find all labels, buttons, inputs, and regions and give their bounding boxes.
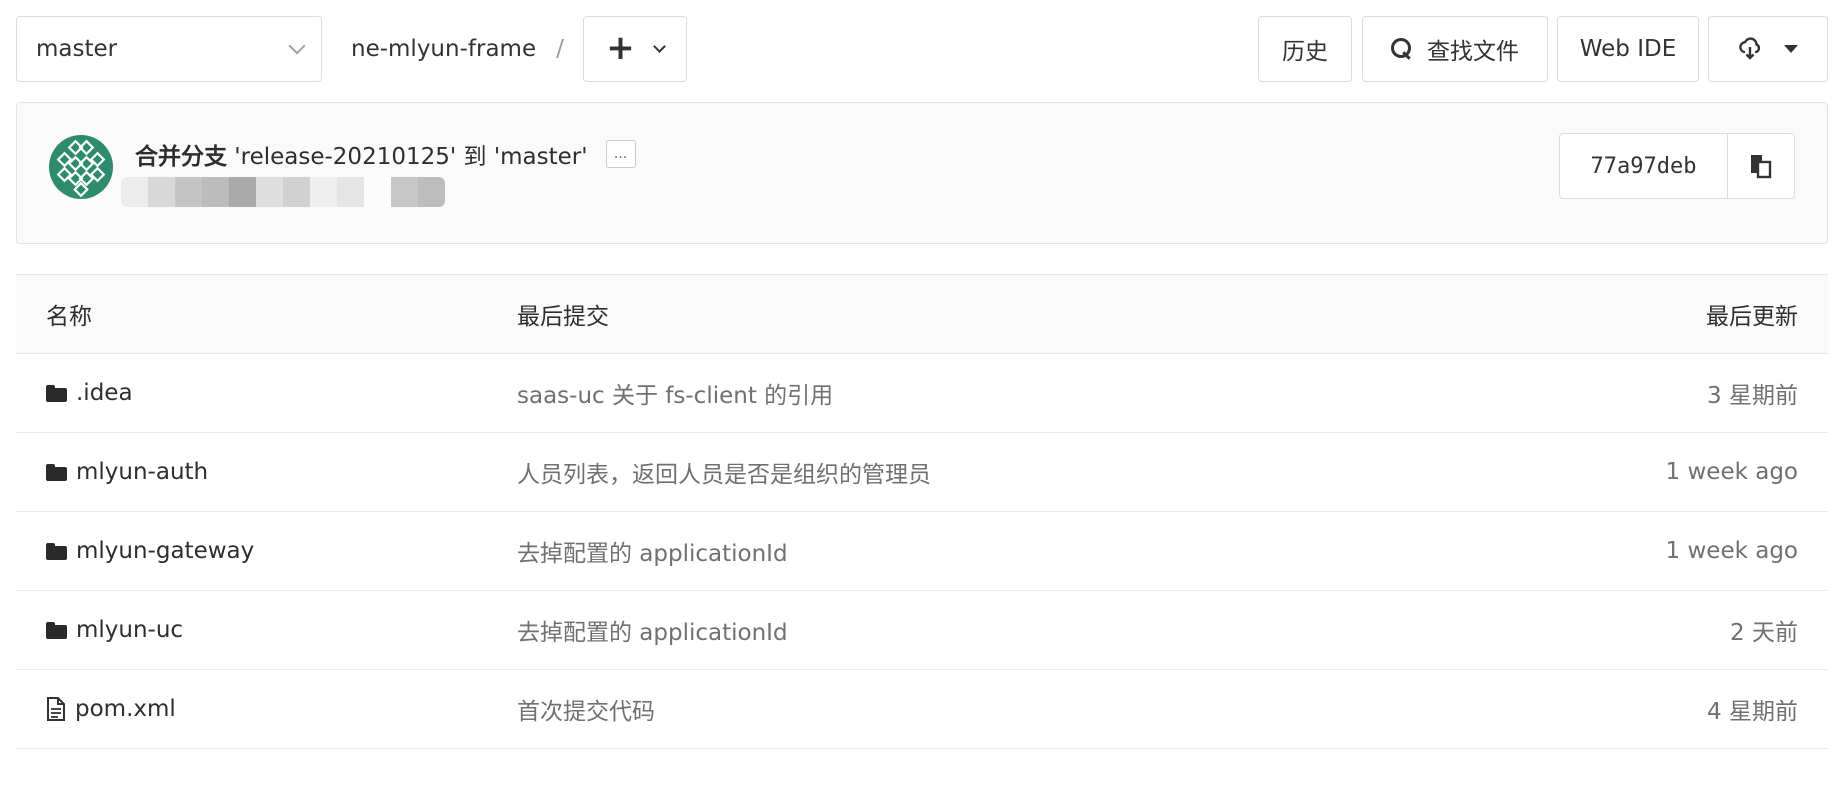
commit-title-prefix[interactable]: 合并分支 xyxy=(135,137,227,171)
table-row[interactable]: mlyun-auth 人员列表，返回人员是否是组织的管理员 1 week ago xyxy=(16,433,1828,512)
last-update: 3 星期前 xyxy=(1707,383,1798,409)
plus-icon: + xyxy=(606,27,635,68)
branch-select[interactable]: master xyxy=(16,16,322,82)
commit-title-text[interactable]: 'release-20210125' 到 'master' xyxy=(227,137,587,171)
history-button[interactable]: 历史 xyxy=(1258,16,1352,82)
file-name[interactable]: mlyun-uc xyxy=(76,617,183,643)
folder-icon xyxy=(46,384,67,402)
file-name-cell[interactable]: .idea xyxy=(46,354,133,432)
table-header: 名称 最后提交 最后更新 xyxy=(16,274,1828,354)
download-dropdown-button[interactable] xyxy=(1708,16,1828,82)
find-file-label: 查找文件 xyxy=(1427,39,1519,65)
commit-sha[interactable]: 77a97deb xyxy=(1560,134,1728,198)
chevron-down-icon xyxy=(288,37,306,55)
commit-message[interactable]: 去掉配置的 applicationId xyxy=(517,591,788,669)
chevron-down-icon xyxy=(652,40,666,53)
last-update: 1 week ago xyxy=(1665,459,1798,485)
file-name[interactable]: pom.xml xyxy=(75,696,176,722)
last-update: 2 天前 xyxy=(1730,620,1798,646)
header-name: 名称 xyxy=(46,304,92,330)
author-avatar xyxy=(49,135,113,199)
file-name[interactable]: .idea xyxy=(76,380,133,406)
web-ide-button[interactable]: Web IDE xyxy=(1557,16,1699,82)
find-file-button[interactable]: 查找文件 xyxy=(1362,16,1548,82)
commit-message[interactable]: saas-uc 关于 fs-client 的引用 xyxy=(517,354,833,432)
commit-message[interactable]: 去掉配置的 applicationId xyxy=(517,512,788,590)
expand-commit-description-button[interactable]: ... xyxy=(605,140,636,168)
breadcrumb-separator: / xyxy=(556,36,564,62)
file-tree-table: 名称 最后提交 最后更新 .idea saas-uc 关于 fs-client … xyxy=(16,274,1828,749)
last-update: 4 星期前 xyxy=(1707,699,1798,725)
commit-title: 合并分支 'release-20210125' 到 'master' ... xyxy=(135,137,636,171)
commit-sha-group: 77a97deb xyxy=(1559,133,1795,199)
branch-name: master xyxy=(36,36,118,62)
table-row[interactable]: mlyun-uc 去掉配置的 applicationId 2 天前 xyxy=(16,591,1828,670)
last-commit-panel: 合并分支 'release-20210125' 到 'master' ... 7… xyxy=(16,102,1828,244)
file-name-cell[interactable]: mlyun-gateway xyxy=(46,512,254,590)
breadcrumb: ne-mlyun-frame / xyxy=(351,16,576,82)
header-last-commit: 最后提交 xyxy=(517,304,609,330)
copy-icon xyxy=(1751,155,1772,179)
file-icon xyxy=(47,697,65,721)
cloud-download-icon xyxy=(1739,37,1761,60)
header-last-update: 最后更新 xyxy=(1706,304,1798,330)
author-info-redacted xyxy=(121,177,445,207)
copy-sha-button[interactable] xyxy=(1728,134,1794,198)
file-name-cell[interactable]: pom.xml xyxy=(46,670,176,748)
file-name[interactable]: mlyun-gateway xyxy=(76,538,254,564)
last-update: 1 week ago xyxy=(1665,538,1798,564)
commit-message[interactable]: 人员列表，返回人员是否是组织的管理员 xyxy=(517,433,931,511)
add-file-dropdown-button[interactable]: + xyxy=(583,16,687,82)
table-row[interactable]: .idea saas-uc 关于 fs-client 的引用 3 星期前 xyxy=(16,354,1828,433)
file-name-cell[interactable]: mlyun-uc xyxy=(46,591,183,669)
search-icon xyxy=(1391,38,1413,60)
commit-message[interactable]: 首次提交代码 xyxy=(517,670,655,748)
folder-icon xyxy=(46,463,67,481)
folder-icon xyxy=(46,542,67,560)
folder-icon xyxy=(46,621,67,639)
file-name-cell[interactable]: mlyun-auth xyxy=(46,433,208,511)
file-name[interactable]: mlyun-auth xyxy=(76,459,208,485)
table-row[interactable]: mlyun-gateway 去掉配置的 applicationId 1 week… xyxy=(16,512,1828,591)
breadcrumb-repo-link[interactable]: ne-mlyun-frame xyxy=(351,36,536,62)
repo-toolbar: master ne-mlyun-frame / + 历史 查找文件 Web ID… xyxy=(16,16,1828,82)
caret-down-icon xyxy=(1784,45,1798,53)
table-row[interactable]: pom.xml 首次提交代码 4 星期前 xyxy=(16,670,1828,749)
